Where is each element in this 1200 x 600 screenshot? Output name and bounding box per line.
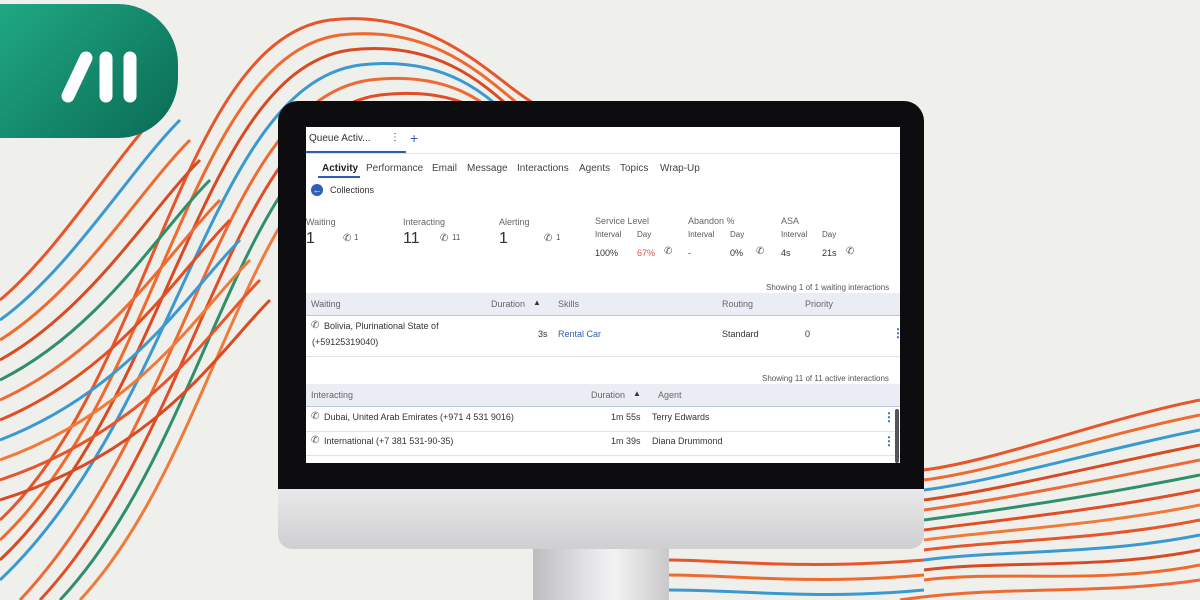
- col-duration[interactable]: Duration: [491, 299, 525, 309]
- stat-waiting-value: 1: [306, 230, 315, 247]
- tab-menu-icon[interactable]: ⋮: [390, 132, 400, 143]
- breadcrumb-collections[interactable]: Collections: [330, 185, 374, 195]
- phone-icon: ✆: [311, 320, 320, 331]
- stat-interacting-value: 11: [403, 230, 420, 247]
- phone-icon: ✆: [311, 435, 320, 446]
- asa-interval-label: Interval: [781, 230, 808, 239]
- waiting-priority: 0: [805, 329, 811, 339]
- nav-activity[interactable]: Activity: [322, 163, 358, 174]
- asa-day-label: Day: [822, 230, 837, 239]
- stat-interacting-label: Interacting: [403, 217, 446, 227]
- abandon-day-value: 0%: [730, 248, 744, 258]
- interacting-showing-count: Showing 11 of 11 active interactions: [762, 374, 889, 383]
- stat-interacting-phone-count: 11: [452, 233, 461, 242]
- stat-service-level-label: Service Level: [595, 216, 650, 226]
- waiting-table-header: Waiting Duration ▲ Skills Routing Priori…: [306, 293, 900, 315]
- sort-up-icon[interactable]: ▲: [533, 298, 541, 307]
- waiting-showing-count: Showing 1 of 1 waiting interactions: [766, 283, 890, 292]
- col-priority[interactable]: Priority: [805, 299, 833, 309]
- service-level-interval-value: 100%: [595, 248, 619, 258]
- interacting-agent: Diana Drummond: [652, 436, 723, 446]
- nav-email[interactable]: Email: [432, 163, 457, 174]
- asa-interval-value: 4s: [781, 248, 791, 258]
- interacting-caller: International (+7 381 531-90-35): [324, 436, 454, 446]
- sort-up-icon[interactable]: ▲: [633, 389, 641, 398]
- waiting-duration: 3s: [538, 329, 548, 339]
- tab-title: Queue Activ...: [309, 133, 371, 144]
- service-level-day-label: Day: [637, 230, 652, 239]
- col-duration[interactable]: Duration: [591, 390, 625, 400]
- nav-interactions[interactable]: Interactions: [517, 163, 569, 174]
- row-menu-icon[interactable]: ⋮: [892, 326, 900, 340]
- phone-icon: ✆: [846, 246, 855, 257]
- waiting-caller-name: Bolivia, Plurinational State of: [324, 321, 439, 331]
- monitor-chin: [278, 489, 924, 549]
- stat-asa-label: ASA: [781, 216, 800, 226]
- nav-message[interactable]: Message: [467, 163, 508, 174]
- monitor-stand: [533, 549, 669, 600]
- interacting-caller: Dubai, United Arab Emirates (+971 4 531 …: [324, 412, 514, 422]
- abandon-interval-value: -: [688, 248, 691, 258]
- phone-icon: ✆: [311, 411, 320, 422]
- col-interacting[interactable]: Interacting: [311, 390, 353, 400]
- tab-queue-activity[interactable]: Queue Activ... ⋮: [306, 127, 406, 153]
- col-waiting[interactable]: Waiting: [311, 299, 341, 309]
- col-agent[interactable]: Agent: [658, 390, 682, 400]
- interacting-table-header: Interacting Duration ▲ Agent: [306, 384, 900, 406]
- app-screen: Queue Activ... ⋮ + Activity Performance …: [306, 127, 900, 463]
- table-scrollbar[interactable]: [895, 409, 899, 463]
- nav-active-indicator: [318, 176, 360, 178]
- stat-alerting-phone-count: 1: [556, 233, 561, 242]
- service-level-day-value: 67%: [637, 248, 656, 258]
- phone-icon: ✆: [440, 233, 449, 244]
- interacting-duration: 1m 55s: [611, 412, 641, 422]
- phone-icon: ✆: [544, 233, 553, 244]
- abandon-day-label: Day: [730, 230, 745, 239]
- stat-alerting-value: 1: [499, 230, 508, 247]
- service-level-interval-label: Interval: [595, 230, 622, 239]
- stat-waiting-phone-count: 1: [354, 233, 359, 242]
- phone-icon: ✆: [756, 246, 765, 257]
- table-row[interactable]: ✆ Dubai, United Arab Emirates (+971 4 53…: [306, 407, 900, 432]
- col-routing[interactable]: Routing: [722, 299, 753, 309]
- nav-topics[interactable]: Topics: [620, 163, 648, 174]
- add-tab-button[interactable]: +: [410, 130, 418, 146]
- phone-icon: ✆: [664, 246, 673, 257]
- table-row[interactable]: ✆ International (+7 381 531-90-35) 1m 39…: [306, 431, 900, 456]
- nav-agents[interactable]: Agents: [579, 163, 610, 174]
- interacting-agent: Terry Edwards: [652, 412, 710, 422]
- skill-link[interactable]: Rental Car: [558, 329, 601, 339]
- col-skills[interactable]: Skills: [558, 299, 579, 309]
- phone-icon: ✆: [343, 233, 352, 244]
- back-arrow-icon[interactable]: ←: [311, 184, 323, 196]
- row-menu-icon[interactable]: ⋮: [883, 410, 895, 424]
- row-menu-icon[interactable]: ⋮: [883, 434, 895, 448]
- abandon-interval-label: Interval: [688, 230, 715, 239]
- brand-logo: [0, 4, 178, 138]
- asa-day-value: 21s: [822, 248, 837, 258]
- stat-abandon-label: Abandon %: [688, 216, 735, 226]
- waiting-caller-number: (+59125319040): [312, 337, 379, 347]
- table-row[interactable]: ✆ Bolivia, Plurinational State of (+5912…: [306, 316, 900, 357]
- waiting-routing: Standard: [722, 329, 759, 339]
- interacting-duration: 1m 39s: [611, 436, 641, 446]
- nav-wrap-up[interactable]: Wrap-Up: [660, 163, 700, 174]
- stat-alerting-label: Alerting: [499, 217, 530, 227]
- nav-performance[interactable]: Performance: [366, 163, 423, 174]
- stat-waiting-label: Waiting: [306, 217, 336, 227]
